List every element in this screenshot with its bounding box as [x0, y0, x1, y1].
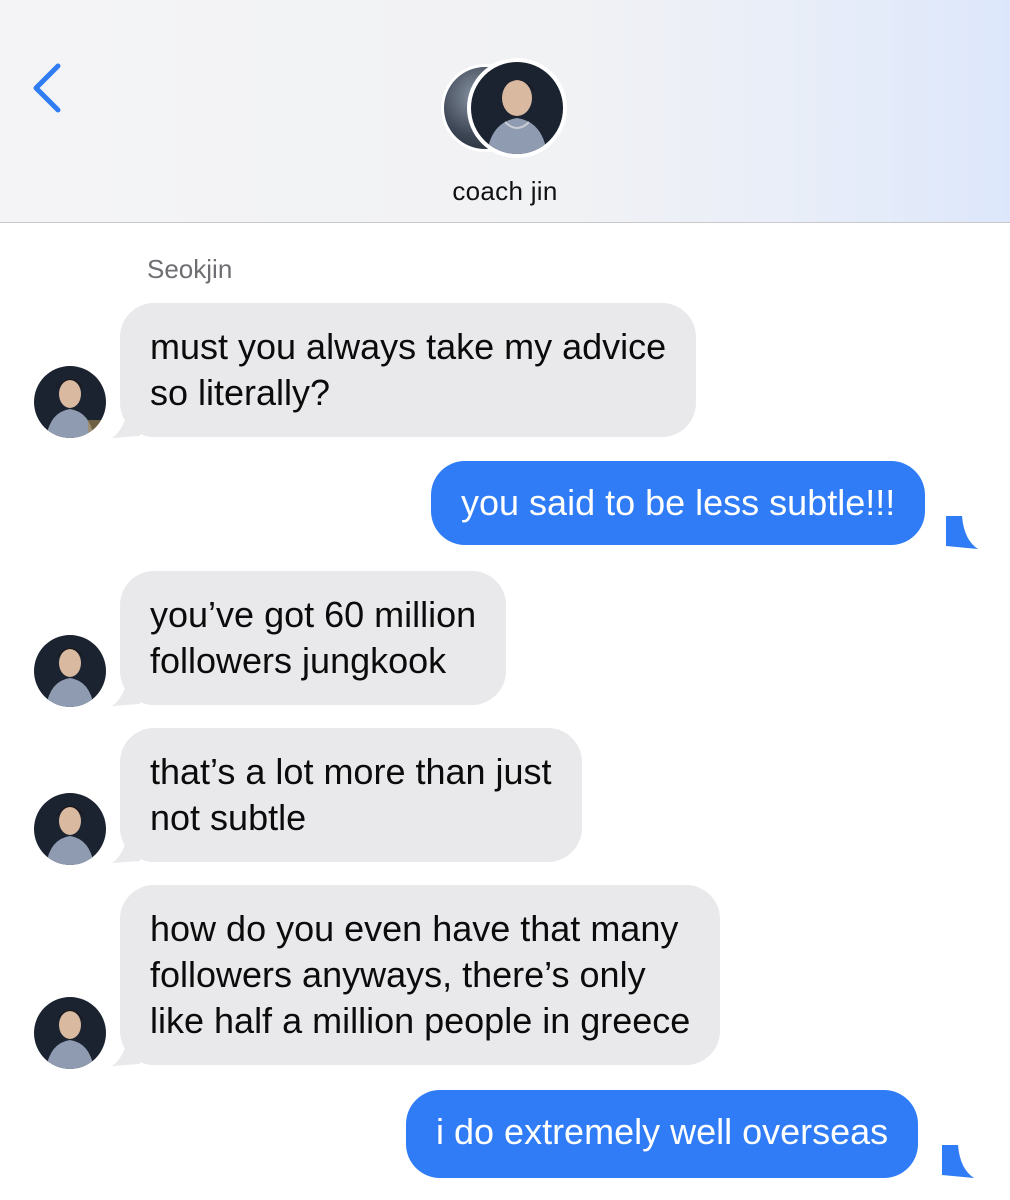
message-text: followers jungkook [150, 640, 447, 681]
message-bubble-incoming[interactable]: must you always take my advice so litera… [120, 303, 697, 437]
bubble-tail [946, 516, 978, 549]
message-text: you said to be less subtle!!! [461, 482, 896, 523]
sender-avatar[interactable] [34, 635, 106, 707]
message-text: like half a million people in greece [150, 1000, 691, 1041]
message-text: not subtle [150, 797, 307, 838]
message-bubble-incoming[interactable]: how do you even have that many followers… [120, 885, 721, 1065]
message-text: i do extremely well overseas [436, 1111, 889, 1152]
message-bubble-outgoing[interactable]: i do extremely well overseas [406, 1090, 919, 1178]
message-bubble-incoming[interactable]: that’s a lot more than just not subtle [120, 728, 582, 862]
sender-avatar[interactable] [34, 793, 106, 865]
message-bubble-outgoing[interactable]: you said to be less subtle!!! [431, 461, 926, 545]
contact-avatar-group[interactable] [441, 58, 571, 160]
chevron-left-icon [33, 63, 61, 113]
sender-avatar[interactable] [34, 997, 106, 1069]
message-text: must you always take my advice [150, 326, 667, 367]
back-button[interactable] [22, 56, 72, 120]
contact-name[interactable]: coach jin [0, 176, 1010, 207]
message-text: so literally? [150, 372, 331, 413]
contact-avatar [467, 58, 567, 158]
bubble-tail [942, 1145, 974, 1178]
message-bubble-incoming[interactable]: you’ve got 60 million followers jungkook [120, 571, 507, 705]
message-text: how do you even have that many [150, 908, 679, 949]
message-text: that’s a lot more than just [150, 751, 552, 792]
sender-avatar[interactable] [34, 366, 106, 438]
conversation-header: coach jin [0, 0, 1010, 223]
message-text: followers anyways, there’s only [150, 954, 646, 995]
sender-name: Seokjin [147, 254, 233, 284]
message-text: you’ve got 60 million [150, 594, 477, 635]
